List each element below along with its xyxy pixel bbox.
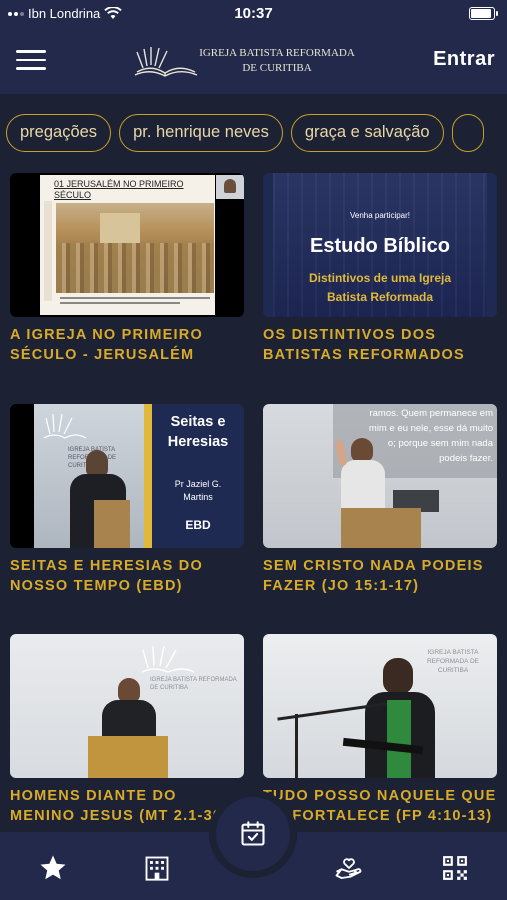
video-thumbnail: 01 JERUSALÉM NO PRIMEIRO SÉCULO xyxy=(10,173,244,317)
chip-pr-henrique-neves[interactable]: pr. henrique neves xyxy=(119,114,283,152)
thumbnail-heading: Estudo Bíblico xyxy=(310,235,450,257)
video-thumbnail: IGREJA BATISTA REFORMADA DE CURITIBA xyxy=(10,634,244,778)
video-card[interactable]: 01 JERUSALÉM NO PRIMEIRO SÉCULO A IGREJA… xyxy=(10,173,244,365)
status-bar: Ibn Londrina 10:37 xyxy=(0,0,507,28)
thumbnail-text: ramos. Quem permanece em xyxy=(369,408,493,419)
nav-favorites[interactable] xyxy=(33,848,73,888)
video-card[interactable]: IGREJA BATISTA REFORMADA DE CURITIBA TUD… xyxy=(263,634,497,826)
thumbnail-kicker: Venha participar! xyxy=(349,211,411,220)
nav-schedule[interactable] xyxy=(216,797,290,871)
logo-text: IGREJA BATISTA REFORMADA DE CURITIBA xyxy=(199,47,355,74)
video-title: OS DISTINTIVOS DOS BATISTAS REFORMADOS xyxy=(263,327,465,363)
thumbnail-speaker: Martins xyxy=(183,492,213,502)
chip-more[interactable] xyxy=(451,114,485,152)
video-card[interactable]: IGREJA BATISTA REFORMADA DE CURITIBA HOM… xyxy=(10,634,244,826)
thumbnail-tag: EBD xyxy=(185,518,211,532)
login-button[interactable]: Entrar xyxy=(433,48,495,71)
nav-church[interactable] xyxy=(137,848,177,888)
video-title: TUDO POSSO NAQUELE QUE ME FORTALECE (FP … xyxy=(263,788,497,824)
nav-schedule-wrapper xyxy=(209,790,297,878)
nav-donate[interactable] xyxy=(329,848,369,888)
video-card[interactable]: Venha participar! Estudo Bíblico Distint… xyxy=(263,173,497,365)
open-book-icon xyxy=(134,47,198,77)
video-thumbnail: Venha participar! Estudo Bíblico Distint… xyxy=(263,173,497,317)
battery-icon xyxy=(469,7,498,20)
thumbnail-heading: Heresias xyxy=(167,434,229,450)
thumbnail-speaker: Pr Jaziel G. xyxy=(174,479,222,489)
hamburger-menu-button[interactable] xyxy=(16,50,46,70)
calendar-check-icon xyxy=(241,821,265,846)
thumbnail-heading: Seitas e xyxy=(170,414,226,430)
hand-heart-icon xyxy=(335,858,362,879)
star-icon xyxy=(40,855,66,880)
open-book-icon xyxy=(43,413,87,439)
nav-qr-code[interactable] xyxy=(435,848,475,888)
thumbnail-subtitle: Batista Reformada xyxy=(326,290,434,304)
video-title: SEM CRISTO NADA PODEIS FAZER (JO 15:1-17… xyxy=(263,558,484,594)
chip-pregacoes[interactable]: pregações xyxy=(6,114,112,152)
tag-filter-bar: pregações pr. henrique neves graça e salva… xyxy=(6,114,507,154)
thumbnail-subtitle: Distintivos de uma Igreja xyxy=(308,271,452,285)
video-title: A IGREJA NO PRIMEIRO SÉCULO - JERUSALÉM xyxy=(10,327,203,363)
building-icon xyxy=(145,856,169,881)
thumbnail-heading: 01 JERUSALÉM NO PRIMEIRO SÉCULO xyxy=(54,179,184,200)
video-title: HOMENS DIANTE DO MENINO JESUS (MT 2.1-30… xyxy=(10,788,229,824)
clock: 10:37 xyxy=(234,5,273,22)
app-header: IGREJA BATISTA REFORMADA DE CURITIBA Ent… xyxy=(0,28,507,94)
video-card[interactable]: IGREJA BATISTA REFORMADA DE CURITIBA Sei… xyxy=(10,404,244,596)
church-logo: IGREJA BATISTA REFORMADA DE CURITIBA xyxy=(133,44,355,80)
video-grid: 01 JERUSALÉM NO PRIMEIRO SÉCULO A IGREJA… xyxy=(10,173,497,833)
video-thumbnail: IGREJA BATISTA REFORMADA DE CURITIBA Sei… xyxy=(10,404,244,548)
chip-graca-e-salvacao[interactable]: graça e salvação xyxy=(290,114,444,152)
open-book-icon xyxy=(141,645,195,673)
video-thumbnail: IGREJA BATISTA REFORMADA DE CURITIBA xyxy=(263,634,497,778)
video-card[interactable]: ramos. Quem permanece em mim e eu nele, … xyxy=(263,404,497,596)
video-title: SEITAS E HERESIAS DO NOSSO TEMPO (EBD) xyxy=(10,558,203,594)
qr-code-icon xyxy=(443,856,467,880)
thumbnail-text: mim e eu nele, esse dá muito xyxy=(368,423,493,434)
video-thumbnail: ramos. Quem permanece em mim e eu nele, … xyxy=(263,404,497,548)
